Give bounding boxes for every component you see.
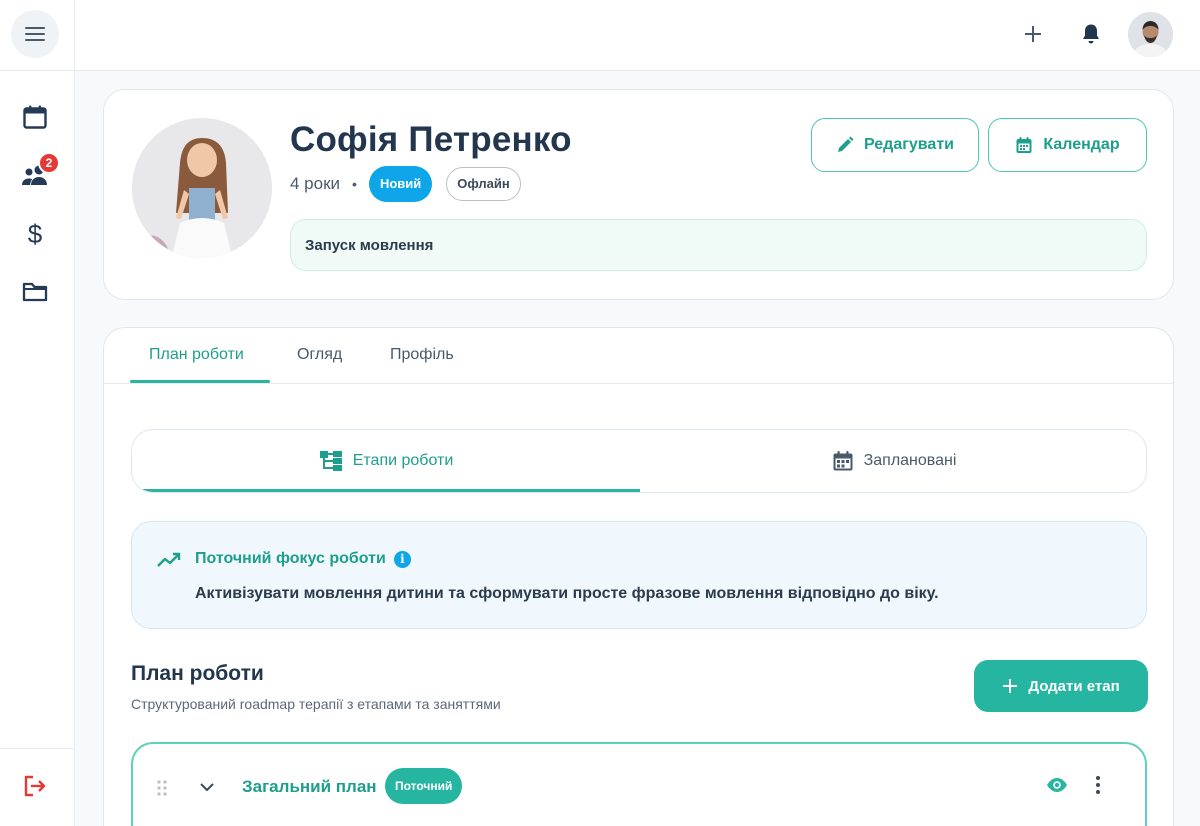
stage-name[interactable]: Загальний план	[242, 777, 377, 797]
child-photo	[132, 118, 272, 258]
profile-meta: 4 роки • Новий Офлайн	[290, 166, 521, 202]
hamburger-icon	[25, 27, 45, 41]
folder-icon	[22, 282, 48, 302]
status-badge-new: Новий	[368, 166, 433, 202]
bell-icon	[1083, 24, 1099, 44]
add-stage-label: Додати етап	[1028, 677, 1120, 695]
chevron-down-icon[interactable]	[199, 779, 215, 795]
segment-scheduled-label: Заплановані	[863, 452, 957, 469]
focus-title: Поточний фокус роботи i	[195, 550, 411, 568]
focus-description: Активізувати мовлення дитини та сформува…	[195, 585, 939, 602]
create-button[interactable]	[1017, 18, 1049, 50]
child-avatar	[132, 118, 272, 258]
view-switcher: Етапи роботи Заплановані	[131, 429, 1147, 493]
calendar-button[interactable]: Календар	[988, 118, 1147, 172]
plan-section: План роботи Огляд Профіль Етапи роботи З…	[103, 327, 1174, 826]
pencil-icon	[838, 136, 854, 152]
trending-up-icon	[157, 552, 181, 567]
notifications-badge: 2	[38, 152, 60, 174]
eye-icon[interactable]	[1046, 777, 1068, 793]
drag-handle-icon[interactable]	[157, 780, 167, 796]
plus-icon	[1025, 26, 1041, 42]
format-badge-offline: Офлайн	[446, 167, 521, 201]
plan-title: План роботи	[131, 662, 264, 685]
sidebar: 2 $	[0, 0, 75, 826]
notifications-button[interactable]	[1075, 18, 1107, 50]
calendar-icon	[23, 105, 47, 129]
active-segment-indicator	[132, 489, 640, 492]
active-tab-indicator	[130, 380, 270, 383]
tab-work-plan[interactable]: План роботи	[149, 346, 244, 364]
segment-scheduled[interactable]: Заплановані	[640, 430, 1146, 492]
edit-button-label: Редагувати	[864, 136, 954, 153]
segment-stages[interactable]: Етапи роботи	[132, 430, 640, 492]
plan-subtitle: Структурований roadmap терапії з етапами…	[131, 696, 501, 712]
child-name: Софія Петренко	[290, 120, 572, 159]
sitemap-icon	[319, 451, 342, 471]
info-icon[interactable]: i	[393, 550, 411, 568]
topbar	[75, 0, 1200, 71]
focus-title-text: Поточний фокус роботи	[195, 550, 386, 567]
sidebar-item-calendar[interactable]	[17, 99, 53, 135]
current-focus-panel: Поточний фокус роботи i Активізувати мов…	[131, 521, 1147, 629]
add-stage-button[interactable]: Додати етап	[974, 660, 1148, 712]
therapy-goal: Запуск мовлення	[290, 219, 1147, 271]
calendar-icon	[1016, 137, 1032, 153]
user-photo	[1128, 12, 1173, 57]
stage-status-badge: Поточний	[385, 768, 463, 804]
calendar-button-label: Календар	[1043, 136, 1120, 153]
sidebar-item-finance[interactable]: $	[17, 216, 53, 252]
user-avatar[interactable]	[1128, 12, 1173, 57]
sidebar-divider-bottom	[0, 748, 75, 749]
segment-stages-label: Етапи роботи	[352, 452, 454, 469]
tab-overview[interactable]: Огляд	[297, 346, 342, 364]
plus-icon	[1003, 679, 1018, 693]
sidebar-item-clients[interactable]: 2	[17, 152, 60, 193]
logout-button[interactable]	[17, 768, 53, 804]
tab-profile[interactable]: Профіль	[390, 346, 454, 364]
profile-card: Софія Петренко 4 роки • Новий Офлайн Ред…	[103, 89, 1174, 300]
sidebar-divider	[0, 70, 75, 71]
menu-button[interactable]	[11, 10, 59, 58]
profile-tabs: План роботи Огляд Профіль	[104, 328, 1173, 384]
edit-button[interactable]: Редагувати	[811, 118, 979, 172]
meta-separator: •	[352, 176, 357, 192]
dollar-icon: $	[27, 218, 43, 249]
calendar-icon	[833, 451, 853, 471]
more-options-icon[interactable]	[1095, 775, 1101, 795]
child-age: 4 роки	[290, 174, 341, 193]
logout-icon	[24, 775, 46, 797]
stage-card: Загальний план Поточний	[131, 742, 1147, 826]
sidebar-item-files[interactable]	[17, 274, 53, 310]
